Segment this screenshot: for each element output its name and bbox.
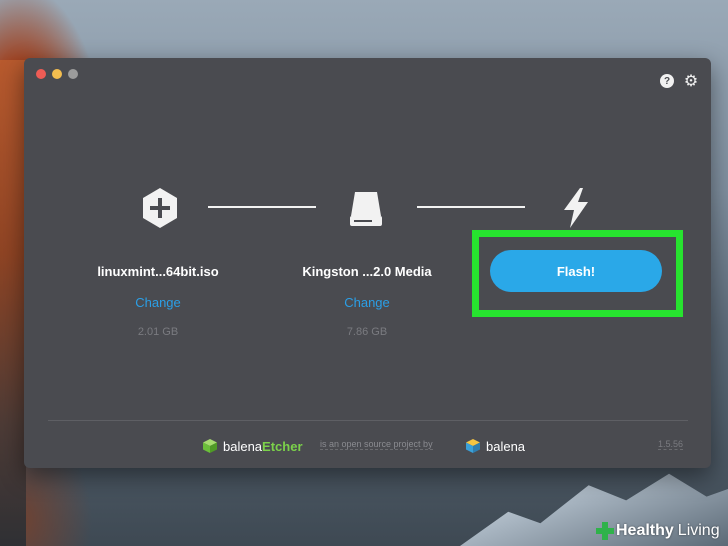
maximize-window-button[interactable] <box>68 69 78 79</box>
gear-icon[interactable]: ⚙ <box>684 73 698 90</box>
balena-cube-icon <box>465 438 481 454</box>
image-file-name: linuxmint...64bit.iso <box>97 264 219 279</box>
drive-size: 7.86 GB <box>346 326 388 338</box>
version-label[interactable]: 1.5.56 <box>658 439 684 450</box>
open-source-link[interactable]: is an open source project by <box>320 439 433 450</box>
brand-etcher-text: Etcher <box>262 438 303 454</box>
etcher-cube-icon <box>202 438 218 454</box>
change-drive-link[interactable]: Change <box>277 295 457 310</box>
close-window-button[interactable] <box>36 69 46 79</box>
image-size: 2.01 GB <box>137 326 179 338</box>
lightning-icon <box>556 186 596 230</box>
etcher-logo[interactable]: balena Etcher <box>202 436 303 456</box>
brand-balena-text: balena <box>223 438 263 454</box>
watermark-living: Living <box>677 522 720 539</box>
desktop-cliff <box>0 60 26 546</box>
plus-hexagon-icon[interactable] <box>140 186 180 230</box>
drive-icon[interactable] <box>346 186 386 230</box>
drive-name: Kingston ...2.0 Media <box>302 264 432 279</box>
minimize-window-button[interactable] <box>52 69 62 79</box>
healthy-living-watermark: Healthy Living <box>596 520 720 542</box>
step-connector <box>208 206 316 208</box>
flash-button[interactable]: Flash! <box>490 250 662 292</box>
change-image-link[interactable]: Change <box>68 295 248 310</box>
step-connector <box>417 206 525 208</box>
balena-text: balena <box>486 438 526 454</box>
footer-divider <box>48 420 688 421</box>
etcher-window: ? ⚙ linuxmint...64bit.iso Change 2.01 GB… <box>24 58 711 468</box>
help-icon[interactable]: ? <box>660 74 674 88</box>
balena-logo[interactable]: balena <box>465 436 525 456</box>
plus-icon <box>596 522 614 540</box>
watermark-healthy: Healthy <box>616 522 674 539</box>
